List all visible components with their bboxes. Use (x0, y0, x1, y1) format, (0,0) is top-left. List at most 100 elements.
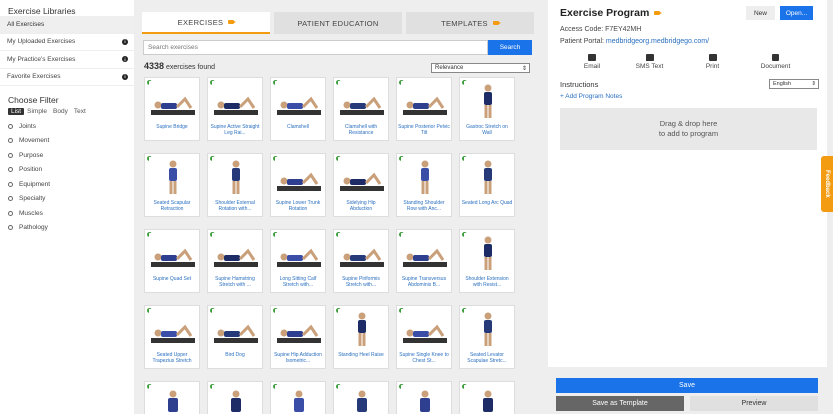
exercise-title: Shoulder External Rotation with... (215, 200, 255, 212)
exercise-card[interactable] (270, 381, 326, 414)
share-actions: Email SMS Text Print Document (566, 54, 807, 70)
exercise-thumbnail (401, 385, 449, 414)
filter-tab[interactable]: Text (71, 108, 89, 115)
filter-item[interactable]: Pathology (0, 221, 134, 236)
language-select[interactable]: English ⇕ (769, 79, 819, 89)
tab-patient-education[interactable]: PATIENT EDUCATION (274, 12, 402, 34)
libraries-title: Exercise Libraries (8, 6, 76, 16)
exercise-card[interactable]: Supine Posterior Pelvic Tilt (396, 77, 452, 141)
exercise-card[interactable] (207, 381, 263, 414)
exercise-card[interactable]: Gastroc Stretch on Wall (459, 77, 515, 141)
exercise-thumbnail (338, 309, 386, 349)
exercise-card[interactable] (144, 381, 200, 414)
new-button[interactable]: New (746, 6, 775, 20)
exercise-card[interactable]: Seated Upper Trapezius Stretch (144, 305, 200, 369)
exercise-card[interactable]: Standing Shoulder Row with Anc... (396, 153, 452, 217)
filter-tab[interactable]: Simple (24, 108, 50, 115)
save-button[interactable]: Save (556, 378, 818, 393)
open-button[interactable]: Open... (780, 6, 813, 20)
updown-arrows-icon: ⇕ (811, 81, 816, 87)
exercise-thumbnail (149, 309, 197, 349)
radio-icon (8, 196, 13, 202)
exercise-card[interactable] (396, 381, 452, 414)
exercise-title: Supine Hamstring Stretch with ... (215, 276, 255, 288)
library-item[interactable]: All Exercises (0, 16, 134, 34)
exercise-card[interactable]: Supine Lower Trunk Rotation (270, 153, 326, 217)
email-action[interactable]: Email (566, 54, 618, 70)
exercise-card[interactable]: Clamshell with Resistance (333, 77, 389, 141)
radio-icon (8, 138, 13, 144)
exercise-card[interactable]: Supine Active Straight Leg Rai... (207, 77, 263, 141)
save-as-template-button[interactable]: Save as Template (556, 396, 684, 411)
exercise-title: Standing Shoulder Row with Anc... (403, 200, 445, 212)
sort-select[interactable]: Relevance ⇕ (431, 63, 530, 73)
exercise-thumbnail (338, 81, 386, 121)
library-item[interactable]: Favorite Exercises i (0, 69, 134, 86)
add-program-notes-link[interactable]: + Add Program Notes (560, 93, 622, 100)
exercise-card[interactable]: Seated Levator Scapulae Stretc... (459, 305, 515, 369)
tab-exercises[interactable]: EXERCISES (142, 12, 270, 34)
exercise-thumbnail (338, 233, 386, 273)
exercise-card[interactable]: Supine Single Knee to Chest St... (396, 305, 452, 369)
exercise-card[interactable]: Supine Transversus Abdominis B... (396, 229, 452, 293)
library-item[interactable]: My Uploaded Exercises i (0, 34, 134, 51)
filter-item[interactable]: Specialty (0, 192, 134, 207)
video-camera-icon (228, 20, 237, 24)
exercise-card[interactable]: Supine Quad Set (144, 229, 200, 293)
filter-tab[interactable]: List (8, 107, 25, 115)
exercise-grid: Supine Bridge Supine Active Straight Leg … (144, 77, 515, 414)
program-title: Exercise Program (560, 7, 663, 19)
exercise-title: Standing Heel Raise (338, 352, 384, 358)
document-icon (772, 54, 779, 61)
exercise-card[interactable]: Long Sitting Calf Stretch with... (270, 229, 326, 293)
updown-arrows-icon: ⇕ (521, 65, 527, 72)
exercise-card[interactable]: Clamshell (270, 77, 326, 141)
exercise-card[interactable]: Supine Hamstring Stretch with ... (207, 229, 263, 293)
info-icon[interactable]: i (122, 56, 128, 63)
tab-templates[interactable]: TEMPLATES (406, 12, 534, 34)
exercise-card[interactable]: Shoulder Extension with Resist... (459, 229, 515, 293)
search-button[interactable]: Search (488, 40, 532, 55)
patient-portal-label: Patient Portal: (560, 38, 606, 45)
exercise-title: Supine Transversus Abdominis B... (401, 276, 447, 288)
exercise-card[interactable]: Supine Bridge (144, 77, 200, 141)
exercise-card[interactable]: Supine Piriformis Stretch with... (333, 229, 389, 293)
program-dropzone[interactable]: Drag & drop here to add to program (560, 108, 817, 150)
filter-tab[interactable]: Body (50, 108, 71, 115)
exercise-card[interactable] (333, 381, 389, 414)
filter-item[interactable]: Muscles (0, 206, 134, 221)
exercise-title: Clamshell (287, 124, 309, 130)
document-action[interactable]: Document (744, 54, 807, 70)
exercise-library-sidebar: Exercise Libraries All Exercises My Uploa… (0, 0, 134, 414)
exercise-card[interactable]: Supine Hip Adduction Isometric... (270, 305, 326, 369)
filter-item[interactable]: Position (0, 163, 134, 178)
preview-button[interactable]: Preview (690, 396, 818, 411)
filter-item[interactable]: Equipment (0, 177, 134, 192)
mail-icon (588, 54, 596, 61)
exercise-card[interactable]: Seated Scapular Retraction (144, 153, 200, 217)
feedback-tab[interactable]: Feedback (821, 156, 833, 212)
patient-portal-link[interactable]: medbridgeorg.medbridgego.com/ (606, 38, 709, 45)
info-icon[interactable]: i (122, 73, 128, 80)
exercise-card[interactable]: Bird Dog (207, 305, 263, 369)
program-title-text: Exercise Program (560, 7, 650, 19)
exercise-card[interactable]: Standing Heel Raise (333, 305, 389, 369)
filter-item[interactable]: Movement (0, 134, 134, 149)
filter-item[interactable]: Joints (0, 119, 134, 134)
filter-item-label: Movement (19, 137, 50, 145)
search-input[interactable] (143, 40, 488, 55)
video-camera-icon (654, 11, 663, 15)
exercise-title: Gastroc Stretch on Wall (466, 124, 508, 136)
exercise-thumbnail (275, 385, 323, 414)
library-item-label: Favorite Exercises (7, 73, 61, 81)
library-item[interactable]: My Practice's Exercises i (0, 51, 134, 69)
exercise-card[interactable]: Seated Long Arc Quad (459, 153, 515, 217)
sms-text-action[interactable]: SMS Text (618, 54, 681, 70)
radio-icon (8, 123, 13, 129)
exercise-card[interactable] (459, 381, 515, 414)
filter-item[interactable]: Purpose (0, 148, 134, 163)
print-action[interactable]: Print (681, 54, 744, 70)
info-icon[interactable]: i (122, 38, 128, 45)
exercise-card[interactable]: Sidelying Hip Abduction (333, 153, 389, 217)
exercise-card[interactable]: Shoulder External Rotation with... (207, 153, 263, 217)
